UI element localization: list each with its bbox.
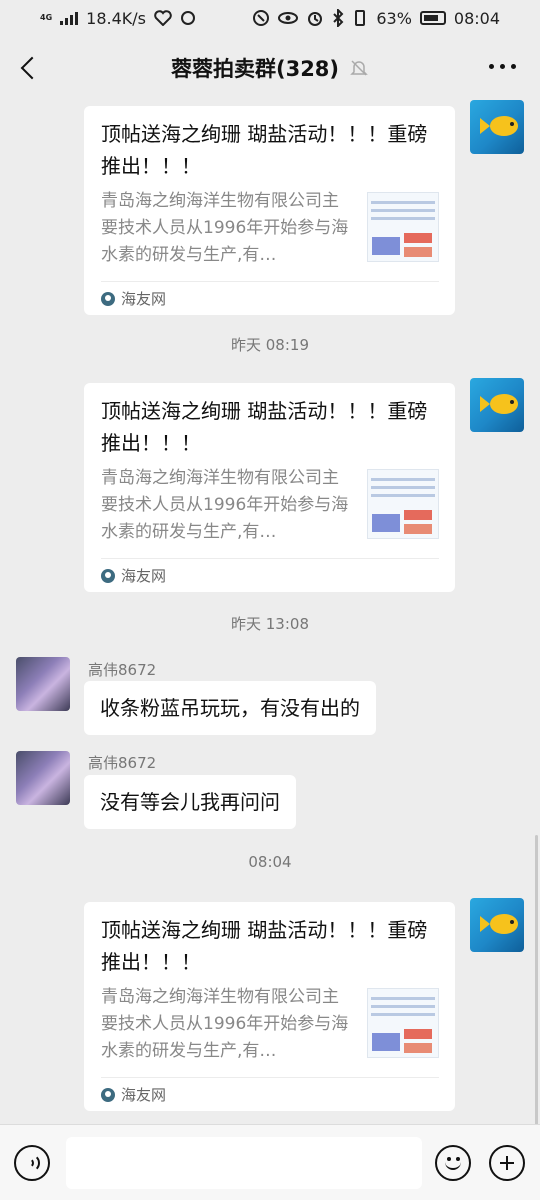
avatar[interactable] [470, 378, 524, 432]
chat-header: 蓉蓉拍卖群(328) [0, 36, 540, 100]
eye-icon [278, 12, 299, 24]
vibrate-icon [355, 10, 366, 26]
card-source: 海友网 [121, 290, 167, 308]
share-card[interactable]: 顶帖送海之绚珊 瑚盐活动！！！重磅推出！！！ 青岛海之绚海洋生物有限公司主要技术… [84, 383, 455, 592]
avatar[interactable] [16, 751, 70, 805]
card-description: 青岛海之绚海洋生物有限公司主要技术人员从1996年开始参与海水素的研发与生产,有… [101, 191, 349, 265]
circle-icon [180, 11, 195, 25]
avatar[interactable] [470, 898, 524, 952]
message-bubble[interactable]: 没有等会儿我再问问 [84, 775, 296, 829]
battery-percent: 63% [376, 8, 412, 28]
clock: 08:04 [453, 8, 500, 28]
sender-name: 高伟8672 [88, 754, 157, 772]
emoji-icon[interactable] [435, 1145, 471, 1181]
source-icon [101, 568, 115, 583]
signal-icon [60, 11, 79, 25]
source-icon [101, 291, 115, 306]
card-source: 海友网 [121, 1086, 167, 1104]
input-bar [0, 1124, 540, 1200]
card-thumbnail [367, 988, 439, 1058]
message-bubble[interactable]: 收条粉蓝吊玩玩，有没有出的 [84, 681, 376, 735]
scrollbar[interactable] [535, 835, 538, 1124]
card-thumbnail [367, 469, 439, 539]
status-bar: 4G 18.4K/s 63% 08:04 [0, 0, 540, 36]
card-thumbnail [367, 192, 439, 262]
network-type-label: 4G [40, 13, 53, 22]
chat-messages[interactable]: 顶帖送海之绚珊 瑚盐活动！！！重磅推出！！！ 青岛海之绚海洋生物有限公司主要技术… [0, 100, 540, 1124]
card-description: 青岛海之绚海洋生物有限公司主要技术人员从1996年开始参与海水素的研发与生产,有… [101, 987, 349, 1061]
voice-icon[interactable] [14, 1145, 50, 1181]
more-icon[interactable] [489, 64, 516, 69]
card-title: 顶帖送海之绚珊 瑚盐活动！！！重磅推出！！！ [101, 399, 428, 455]
timestamp: 昨天 08:19 [231, 336, 309, 354]
card-description: 青岛海之绚海洋生物有限公司主要技术人员从1996年开始参与海水素的研发与生产,有… [101, 468, 349, 542]
nfc-icon [253, 10, 270, 26]
plus-icon[interactable] [489, 1145, 525, 1181]
heart-icon [154, 10, 172, 26]
network-speed: 18.4K/s [86, 8, 146, 28]
back-arrow-icon[interactable] [14, 54, 44, 84]
mute-bell-icon [350, 60, 368, 76]
sender-name: 高伟8672 [88, 661, 157, 679]
avatar[interactable] [16, 657, 70, 711]
share-card[interactable]: 顶帖送海之绚珊 瑚盐活动！！！重磅推出！！！ 青岛海之绚海洋生物有限公司主要技术… [84, 902, 455, 1111]
card-title: 顶帖送海之绚珊 瑚盐活动！！！重磅推出！！！ [101, 918, 428, 974]
avatar[interactable] [470, 100, 524, 154]
message-input[interactable] [66, 1137, 422, 1189]
chat-title: 蓉蓉拍卖群(328) [170, 57, 340, 81]
alarm-icon [308, 12, 323, 26]
card-source: 海友网 [121, 567, 167, 585]
bluetooth-icon [333, 9, 344, 27]
timestamp: 昨天 13:08 [231, 615, 309, 633]
timestamp: 08:04 [248, 853, 292, 871]
source-icon [101, 1087, 115, 1102]
battery-icon [419, 11, 446, 25]
share-card[interactable]: 顶帖送海之绚珊 瑚盐活动！！！重磅推出！！！ 青岛海之绚海洋生物有限公司主要技术… [84, 106, 455, 315]
card-title: 顶帖送海之绚珊 瑚盐活动！！！重磅推出！！！ [101, 122, 428, 178]
